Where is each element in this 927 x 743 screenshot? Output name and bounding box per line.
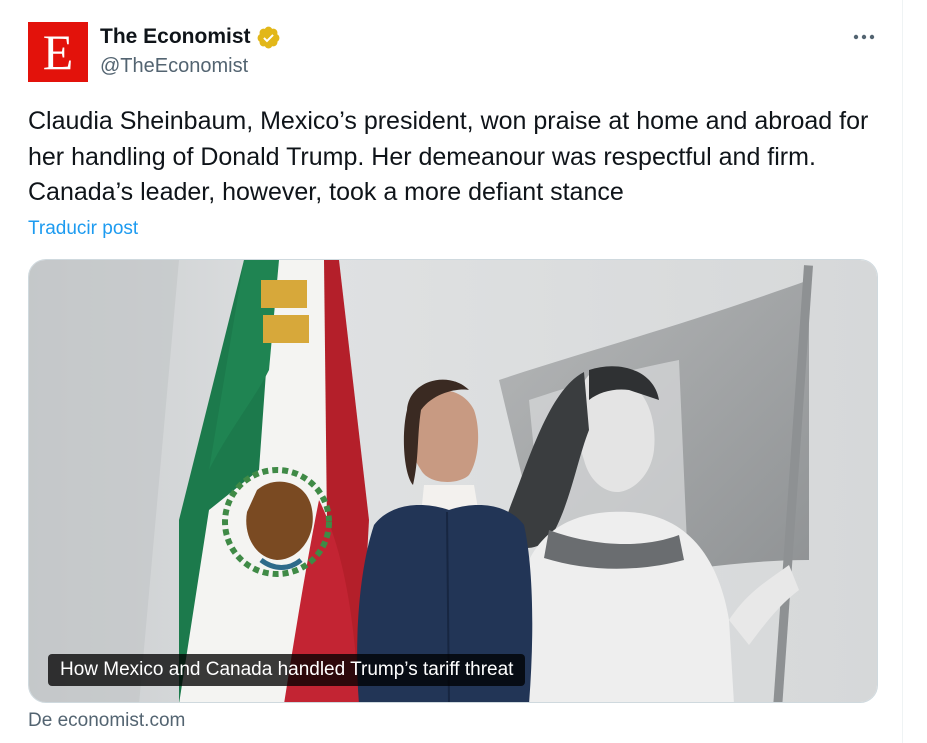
more-options-icon — [853, 34, 875, 40]
card-image — [29, 260, 877, 702]
more-options-button[interactable] — [846, 24, 882, 50]
avatar-letter: E — [42, 24, 74, 80]
card-caption: How Mexico and Canada handled Trump’s ta… — [48, 654, 526, 686]
author-display-name[interactable]: The Economist — [100, 25, 251, 49]
author-name-row: The Economist — [100, 24, 281, 50]
avatar[interactable]: E — [28, 22, 88, 82]
verified-badge-icon[interactable] — [256, 25, 281, 50]
post: E The Economist @TheEconomist Claudia Sh… — [0, 0, 902, 743]
source-link[interactable]: De economist.com — [28, 710, 185, 732]
timeline-divider — [902, 0, 903, 743]
author-handle[interactable]: @TheEconomist — [100, 55, 248, 78]
post-text: Claudia Sheinbaum, Mexico’s president, w… — [28, 107, 869, 206]
translate-post-link[interactable]: Traducir post — [28, 218, 138, 240]
link-card[interactable]: How Mexico and Canada handled Trump’s ta… — [28, 259, 878, 703]
